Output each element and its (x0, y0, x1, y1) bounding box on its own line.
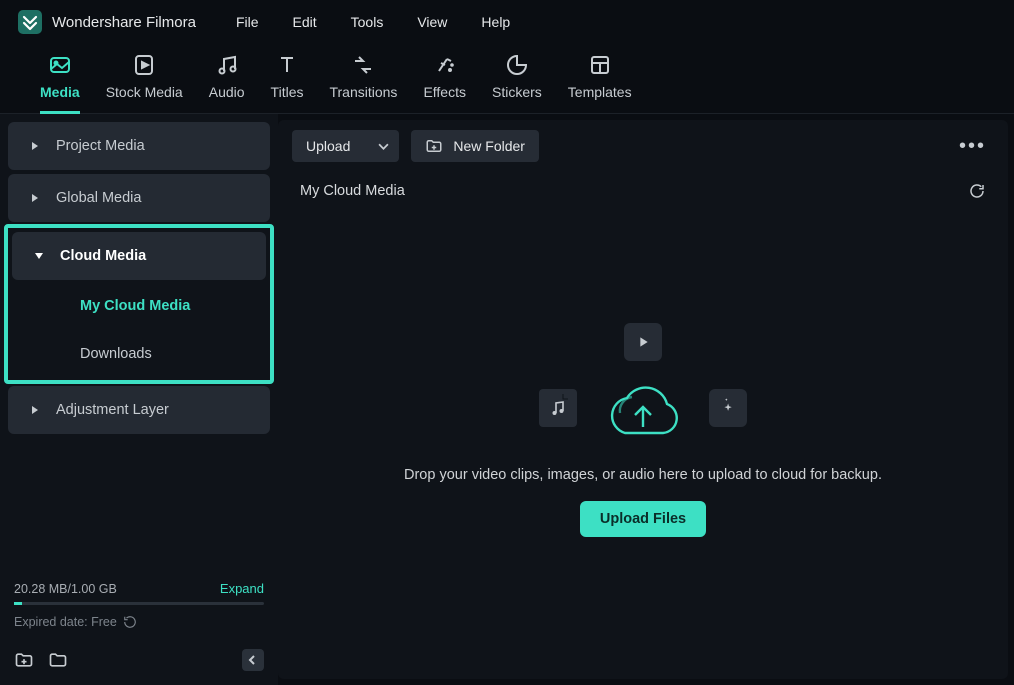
menu-view[interactable]: View (417, 14, 447, 30)
storage-expired-text: Expired date: Free (14, 615, 117, 629)
sidebar-sub-downloads[interactable]: Downloads (8, 330, 270, 378)
sidebar-item-cloud-media[interactable]: Cloud Media (12, 232, 266, 280)
app-logo-icon (18, 10, 42, 34)
tab-stock-media[interactable]: Stock Media (106, 52, 183, 113)
stock-media-icon (131, 52, 157, 78)
chevron-down-icon (34, 251, 44, 261)
new-folder-button[interactable]: New Folder (411, 130, 539, 162)
highlight-cloud-media: Cloud Media My Cloud Media Downloads (4, 224, 274, 384)
folder-plus-icon (425, 137, 443, 155)
audio-icon (214, 52, 240, 78)
sidebar-item-global-media[interactable]: Global Media (8, 174, 270, 222)
new-folder-label: New Folder (453, 138, 525, 154)
cloud-upload-icon (597, 377, 689, 449)
tabstrip: Media Stock Media Audio Titles Transitio… (0, 44, 1014, 114)
chevron-right-icon (30, 141, 40, 151)
sidebar-label-my-cloud: My Cloud Media (80, 298, 190, 314)
tab-effects[interactable]: Effects (423, 52, 466, 113)
section-title: My Cloud Media (300, 183, 405, 199)
sidebar-label-adjustment: Adjustment Layer (56, 402, 169, 418)
app-title: Wondershare Filmora (52, 14, 196, 31)
sparkle-tile-icon (709, 389, 747, 427)
tab-stickers-label: Stickers (492, 84, 542, 100)
storage-usage-text: 20.28 MB/1.00 GB (14, 582, 117, 596)
sidebar-item-project-media[interactable]: Project Media (8, 122, 270, 170)
sidebar-item-adjustment-layer[interactable]: Adjustment Layer (8, 386, 270, 434)
tab-titles[interactable]: Titles (271, 52, 304, 113)
refresh-icon[interactable] (123, 615, 137, 629)
chevron-down-icon (378, 141, 389, 152)
more-button[interactable]: ••• (951, 130, 994, 162)
tab-transitions[interactable]: Transitions (329, 52, 397, 113)
tab-stock-label: Stock Media (106, 84, 183, 100)
video-tile-icon (624, 323, 662, 361)
menubar: File Edit Tools View Help (236, 14, 510, 30)
sidebar-sub-my-cloud-media[interactable]: My Cloud Media (8, 282, 270, 330)
upload-files-button[interactable]: Upload Files (580, 501, 706, 537)
sidebar: Project Media Global Media Cloud Media M… (0, 114, 278, 685)
new-folder-icon[interactable] (14, 650, 34, 670)
folder-icon[interactable] (48, 650, 68, 670)
menu-file[interactable]: File (236, 14, 259, 30)
sidebar-label-downloads: Downloads (80, 346, 152, 362)
main-panel: Upload New Folder ••• My Cloud Media (278, 120, 1008, 679)
music-file-icon (539, 389, 577, 427)
effects-icon (432, 52, 458, 78)
tab-audio[interactable]: Audio (209, 52, 245, 113)
main-toolbar: Upload New Folder ••• (278, 120, 1008, 172)
tab-effects-label: Effects (423, 84, 466, 100)
section-header: My Cloud Media (278, 172, 1008, 204)
tab-media-label: Media (40, 84, 80, 100)
sidebar-footer (0, 635, 278, 685)
titlebar: Wondershare Filmora File Edit Tools View… (0, 0, 1014, 44)
chevron-right-icon (30, 193, 40, 203)
media-icon (47, 52, 73, 78)
menu-help[interactable]: Help (481, 14, 510, 30)
tab-templates-label: Templates (568, 84, 632, 100)
tab-titles-label: Titles (271, 84, 304, 100)
storage-expand-link[interactable]: Expand (220, 581, 264, 596)
refresh-button[interactable] (968, 182, 986, 200)
upload-dropdown[interactable]: Upload (292, 130, 399, 162)
tab-audio-label: Audio (209, 84, 245, 100)
menu-edit[interactable]: Edit (293, 14, 317, 30)
tab-media[interactable]: Media (40, 52, 80, 114)
templates-icon (587, 52, 613, 78)
tab-templates[interactable]: Templates (568, 52, 632, 113)
chevron-right-icon (30, 405, 40, 415)
drop-zone[interactable]: Drop your video clips, images, or audio … (278, 204, 1008, 679)
drop-zone-text: Drop your video clips, images, or audio … (404, 467, 882, 483)
stickers-icon (504, 52, 530, 78)
sidebar-label-project-media: Project Media (56, 138, 145, 154)
sidebar-label-cloud-media: Cloud Media (60, 248, 146, 264)
titles-icon (274, 52, 300, 78)
menu-tools[interactable]: Tools (351, 14, 384, 30)
sidebar-collapse-button[interactable] (242, 649, 264, 671)
tab-transitions-label: Transitions (329, 84, 397, 100)
storage-info: 20.28 MB/1.00 GB Expand Expired date: Fr… (14, 581, 264, 635)
tab-stickers[interactable]: Stickers (492, 52, 542, 113)
transitions-icon (350, 52, 376, 78)
storage-progress (14, 602, 264, 605)
upload-label: Upload (306, 138, 350, 154)
sidebar-label-global-media: Global Media (56, 190, 141, 206)
